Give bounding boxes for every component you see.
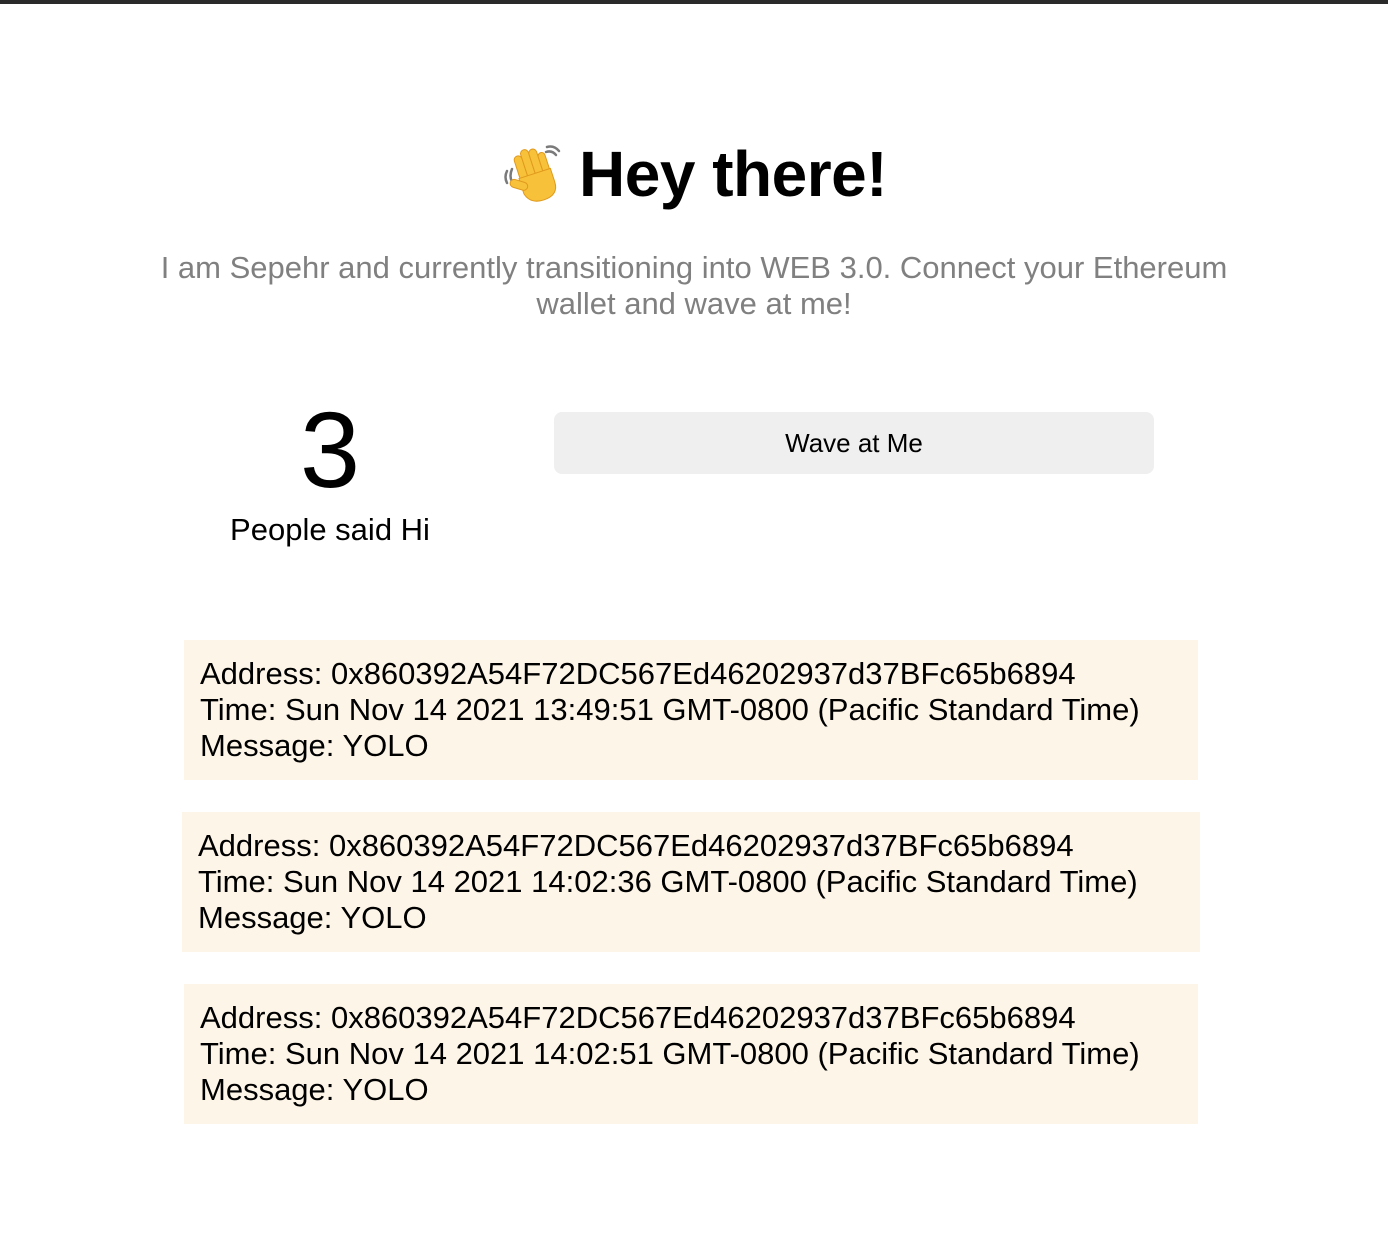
wave-card: Address: 0x860392A54F72DC567Ed46202937d3… — [182, 812, 1200, 952]
waving-hand-icon — [501, 141, 567, 207]
wave-time: Time: Sun Nov 14 2021 13:49:51 GMT-0800 … — [200, 692, 1140, 727]
wave-time: Time: Sun Nov 14 2021 14:02:51 GMT-0800 … — [200, 1036, 1140, 1071]
wave-card: Address: 0x860392A54F72DC567Ed46202937d3… — [184, 984, 1198, 1124]
page-title: Hey there! — [579, 138, 888, 210]
wave-counter: 3 People said Hi — [180, 392, 480, 548]
wave-button[interactable]: Wave at Me — [554, 412, 1154, 474]
wave-message: Message: YOLO — [200, 1072, 429, 1107]
page-subtitle: I am Sepehr and currently transitioning … — [160, 250, 1228, 321]
top-border — [0, 0, 1388, 4]
wave-count: 3 — [299, 389, 361, 510]
wave-address: Address: 0x860392A54F72DC567Ed46202937d3… — [200, 1000, 1076, 1035]
wave-time: Time: Sun Nov 14 2021 14:02:36 GMT-0800 … — [198, 864, 1138, 899]
page-header: Hey there! — [0, 136, 1388, 212]
wave-address: Address: 0x860392A54F72DC567Ed46202937d3… — [200, 656, 1076, 691]
wave-message: Message: YOLO — [200, 728, 429, 763]
wave-count-label: People said Hi — [230, 512, 430, 547]
wave-card: Address: 0x860392A54F72DC567Ed46202937d3… — [184, 640, 1198, 780]
wave-message: Message: YOLO — [198, 900, 427, 935]
wave-address: Address: 0x860392A54F72DC567Ed46202937d3… — [198, 828, 1074, 863]
